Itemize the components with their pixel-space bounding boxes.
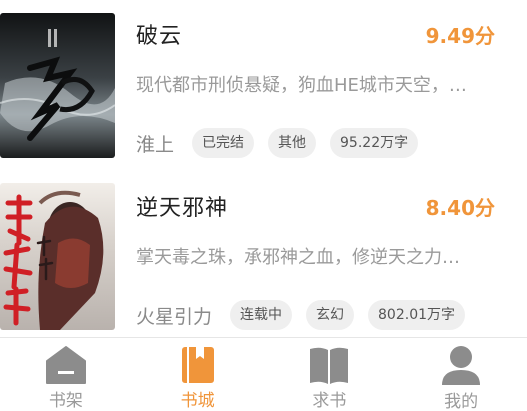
book-title[interactable]: 破云 (136, 18, 182, 50)
open-book-icon (307, 344, 351, 385)
book-item[interactable]: 破云 9.49分 现代都市刑侦悬疑，狗血HE城市天空，… 淮上 已完结 其他 9… (0, 0, 527, 158)
bookshelf-icon (44, 344, 88, 385)
tab-request-book[interactable]: 求书 (264, 338, 396, 411)
tab-me[interactable]: 我的 (395, 338, 527, 411)
book-meta: 淮上 已完结 其他 95.22万字 (136, 128, 432, 158)
book-cover[interactable] (0, 183, 115, 330)
book-title[interactable]: 逆天邪神 (136, 190, 228, 222)
word-count-tag: 95.22万字 (330, 128, 419, 158)
category-tag[interactable]: 其他 (268, 128, 317, 158)
book-meta: 火星引力 连载中 玄幻 802.01万字 (136, 300, 479, 330)
user-icon (439, 344, 483, 386)
status-tag: 连载中 (230, 300, 293, 330)
book-author[interactable]: 淮上 (136, 130, 174, 157)
tab-label: 书架 (48, 391, 83, 411)
book-list: 破云 9.49分 现代都市刑侦悬疑，狗血HE城市天空，… 淮上 已完结 其他 9… (0, 0, 527, 337)
status-tag: 已完结 (192, 128, 255, 158)
bottom-tab-bar: 书架 书城 求书 我的 (0, 337, 527, 411)
book-author[interactable]: 火星引力 (136, 302, 212, 329)
tab-bookshelf[interactable]: 书架 (0, 338, 132, 411)
book-cover[interactable] (0, 13, 115, 158)
tab-label: 书城 (180, 391, 215, 411)
book-item[interactable]: 逆天邪神 8.40分 掌天毒之珠，承邪神之血，修逆天之力… 火星引力 连载中 玄… (0, 172, 527, 330)
book-description: 现代都市刑侦悬疑，狗血HE城市天空，… (136, 75, 467, 96)
tab-label: 我的 (444, 392, 479, 411)
book-score: 8.40分 (425, 196, 495, 220)
book-description: 掌天毒之珠，承邪神之血，修逆天之力… (136, 247, 460, 268)
tab-bookstore[interactable]: 书城 (132, 338, 264, 411)
tab-label: 求书 (312, 391, 347, 411)
word-count-tag: 802.01万字 (368, 300, 466, 330)
bookstore-icon (176, 344, 220, 385)
book-score: 9.49分 (425, 24, 495, 48)
category-tag[interactable]: 玄幻 (306, 300, 355, 330)
